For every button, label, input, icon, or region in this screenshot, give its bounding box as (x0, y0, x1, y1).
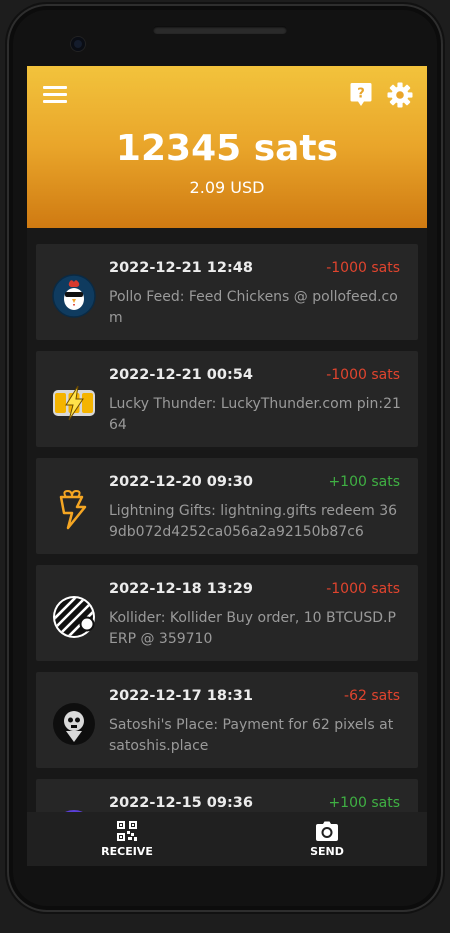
transaction-date: 2022-12-15 09:36 (109, 795, 253, 811)
transaction-item[interactable]: 2022-12-20 09:30 +100 sats Lightning Gif… (36, 458, 418, 554)
transaction-amount: -1000 sats (326, 260, 400, 276)
transaction-amount: -1000 sats (326, 581, 400, 597)
receive-label: RECEIVE (101, 845, 153, 858)
transaction-item[interactable]: 2022-12-21 12:48 -1000 sats Pollo Feed: … (36, 244, 418, 340)
balance-amount: 12345 sats (115, 128, 339, 169)
fiat-balance: 2.09 USD (189, 178, 265, 197)
transaction-description: Lucky Thunder: LuckyThunder.com pin:2164 (109, 396, 401, 433)
front-camera (71, 37, 85, 51)
send-label: SEND (310, 845, 344, 858)
qr-code-icon (117, 821, 137, 841)
wallet-header: ? 12345 sats 2.09 USD (27, 66, 427, 228)
transaction-item[interactable]: 2022-12-21 00:54 -1000 sats Lucky Thunde… (36, 351, 418, 447)
kollider-icon (53, 596, 95, 638)
speaker-grille (153, 26, 287, 34)
transaction-amount: +100 sats (328, 795, 400, 811)
transaction-date: 2022-12-21 00:54 (109, 367, 253, 383)
svg-text:?: ? (357, 87, 365, 102)
transaction-description: Pollo Feed: Feed Chickens @ pollofeed.co… (109, 289, 398, 326)
transaction-amount: -62 sats (344, 688, 400, 704)
receive-button[interactable]: RECEIVE (67, 820, 187, 858)
bottom-navigation: RECEIVE SEND (27, 812, 427, 866)
pollo-feed-icon (52, 274, 96, 318)
lightning-gifts-icon (59, 489, 87, 530)
menu-icon[interactable] (43, 86, 67, 104)
transaction-date: 2022-12-20 09:30 (109, 474, 253, 490)
transaction-description: Satoshi's Place: Payment for 62 pixels a… (109, 717, 394, 754)
transaction-description: Lightning Gifts: lightning.gifts redeem … (109, 503, 398, 540)
transaction-date: 2022-12-17 18:31 (109, 688, 253, 704)
satoshis-place-icon (53, 703, 95, 745)
transaction-description: Kollider: Kollider Buy order, 10 BTCUSD.… (109, 610, 396, 647)
transaction-date: 2022-12-18 13:29 (109, 581, 253, 597)
lucky-thunder-icon (53, 385, 95, 421)
transaction-date: 2022-12-21 12:48 (109, 260, 253, 276)
app-screen: ? 12345 sats 2.09 USD 2022-12-21 12:48 -… (27, 66, 427, 866)
transaction-item[interactable]: 2022-12-17 18:31 -62 sats Satoshi's Plac… (36, 672, 418, 768)
camera-icon (316, 821, 338, 841)
send-button[interactable]: SEND (267, 820, 387, 858)
transaction-item[interactable]: 2022-12-18 13:29 -1000 sats Kollider: Ko… (36, 565, 418, 661)
transaction-amount: -1000 sats (326, 367, 400, 383)
transaction-amount: +100 sats (328, 474, 400, 490)
gear-icon[interactable] (387, 82, 413, 108)
help-icon[interactable]: ? (350, 82, 372, 108)
